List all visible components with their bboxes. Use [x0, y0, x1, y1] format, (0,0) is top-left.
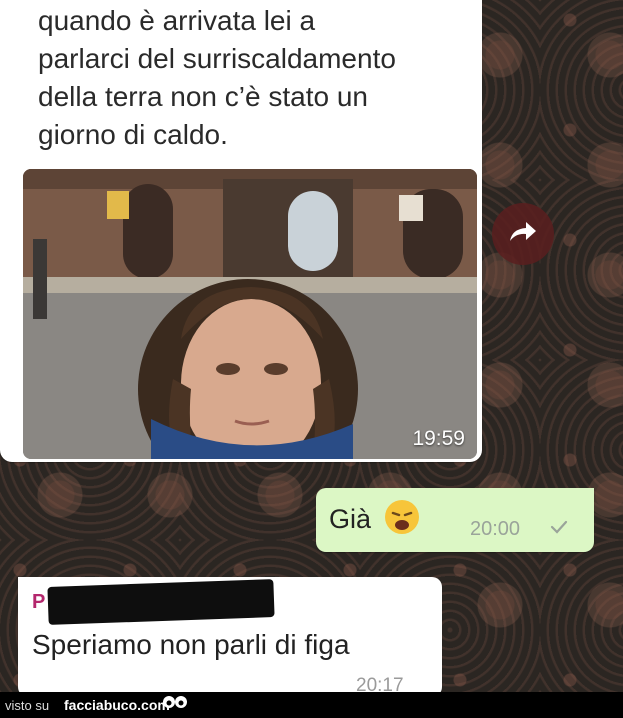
outgoing-message-text: Già [329, 504, 372, 534]
photo-illustration [23, 169, 477, 459]
share-arrow-icon [508, 220, 538, 249]
incoming-message-text: Speriamo non parli di figa [32, 629, 350, 660]
forward-button[interactable] [492, 203, 554, 265]
single-check-icon [550, 520, 568, 539]
footer-site-link[interactable]: facciabuco.com [64, 697, 170, 713]
watermark-footer: visto su facciabuco.com [0, 692, 623, 718]
footer-visto-label: visto su [5, 698, 50, 713]
image-caption: quando è arrivata lei a parlarci del sur… [38, 5, 396, 150]
outgoing-message-time: 20:00 [470, 518, 521, 540]
facciabuco-logo-icon [162, 694, 188, 717]
image-message-bubble[interactable]: quando è arrivata lei a parlarci del sur… [0, 0, 482, 462]
sender-name: P [32, 591, 46, 613]
message-photo[interactable]: 19:59 [23, 169, 477, 459]
weary-face-emoji [384, 499, 420, 540]
image-message-time: 19:59 [412, 427, 465, 450]
redaction-bar [47, 579, 275, 625]
outgoing-message-bubble[interactable]: Già 20:00 [316, 488, 594, 552]
incoming-message-bubble[interactable]: P Speriamo non parli di figa 20:17 [18, 577, 442, 697]
